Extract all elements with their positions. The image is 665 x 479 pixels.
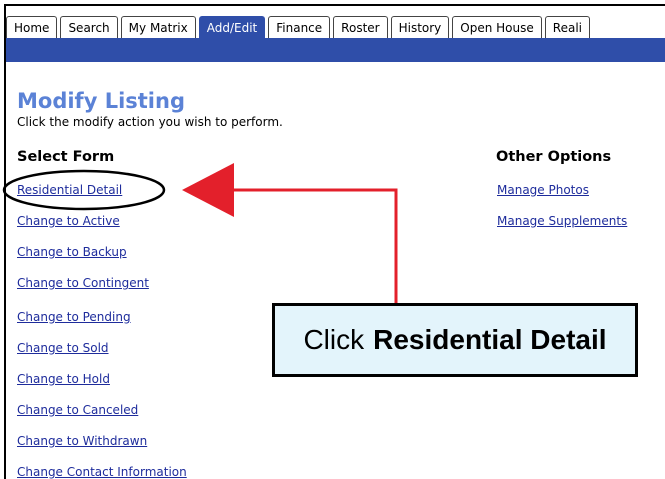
page-title: Modify Listing <box>17 89 185 113</box>
sub-nav-bar <box>6 38 665 62</box>
link-change-to-canceled[interactable]: Change to Canceled <box>17 403 138 417</box>
callout-emphasis: Residential Detail <box>373 324 607 355</box>
link-change-to-active[interactable]: Change to Active <box>17 214 120 228</box>
link-change-to-pending[interactable]: Change to Pending <box>17 310 131 324</box>
tab-add-edit[interactable]: Add/Edit <box>198 16 266 38</box>
link-manage-supplements[interactable]: Manage Supplements <box>497 214 627 228</box>
link-change-to-hold[interactable]: Change to Hold <box>17 372 110 386</box>
tab-open-house[interactable]: Open House <box>452 16 542 38</box>
link-change-to-withdrawn[interactable]: Change to Withdrawn <box>17 434 147 448</box>
link-change-to-backup[interactable]: Change to Backup <box>17 245 127 259</box>
tab-roster[interactable]: Roster <box>333 16 388 38</box>
tab-history[interactable]: History <box>390 16 450 38</box>
link-change-to-sold[interactable]: Change to Sold <box>17 341 109 355</box>
link-change-to-contingent[interactable]: Change to Contingent <box>17 276 149 290</box>
tab-reali[interactable]: Reali <box>544 16 590 38</box>
tab-finance[interactable]: Finance <box>268 16 331 38</box>
select-form-heading: Select Form <box>17 149 115 165</box>
link-manage-photos[interactable]: Manage Photos <box>497 183 589 197</box>
link-change-contact-information[interactable]: Change Contact Information <box>17 465 187 479</box>
callout-prefix: Click <box>303 324 365 355</box>
instruction-callout: Click Residential Detail <box>272 303 638 377</box>
nav-tabs: Home Search My Matrix Add/Edit Finance R… <box>6 14 665 38</box>
tab-home[interactable]: Home <box>6 16 58 38</box>
link-residential-detail[interactable]: Residential Detail <box>17 183 122 197</box>
other-options-heading: Other Options <box>496 149 612 165</box>
page-subtitle: Click the modify action you wish to perf… <box>17 115 283 129</box>
tab-my-matrix[interactable]: My Matrix <box>120 16 196 38</box>
tab-search[interactable]: Search <box>60 16 118 38</box>
